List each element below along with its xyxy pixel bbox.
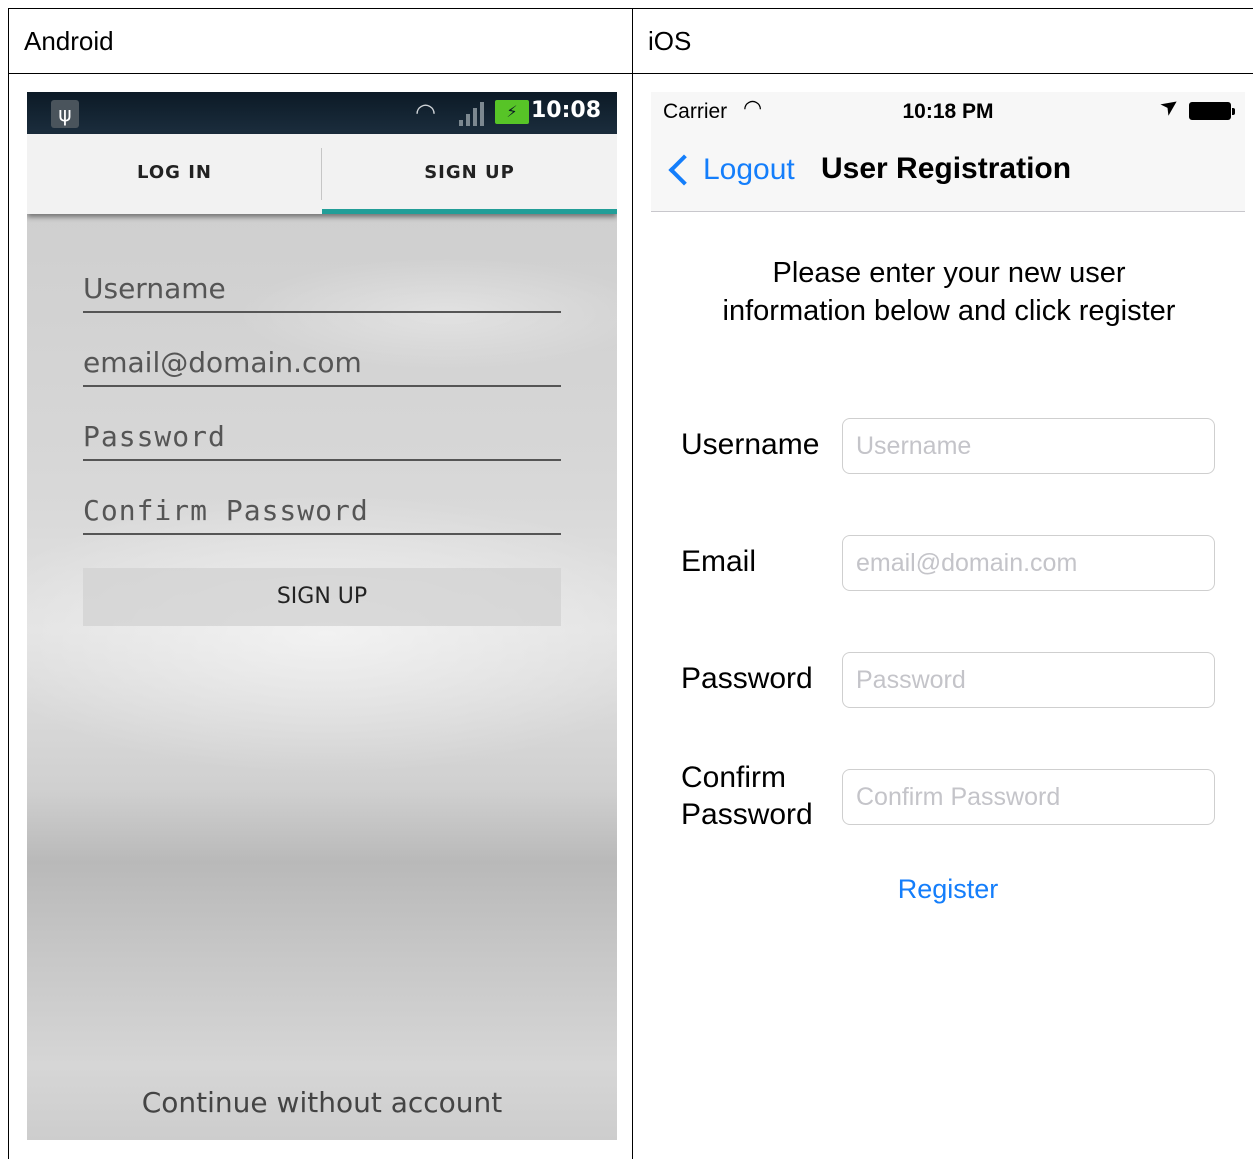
ios-navigation-bar: Carrier ◠ 10:18 PM ➤ Logout User Registr…	[651, 91, 1245, 212]
signal-icon	[459, 102, 485, 126]
android-tab-bar: LOG IN SIGN UP	[27, 134, 617, 214]
password-label: Password	[681, 662, 813, 695]
android-status-bar: ψ ◠ ⚡ 10:08	[27, 92, 617, 134]
instructions-text: Please enter your new user information b…	[722, 257, 1176, 327]
battery-icon	[1189, 102, 1235, 120]
battery-charging-icon: ⚡	[495, 100, 529, 124]
back-button[interactable]: Logout	[665, 148, 795, 192]
ios-password-input[interactable]: Password	[842, 652, 1215, 708]
page-title: User Registration	[821, 152, 1072, 185]
back-button-label: Logout	[703, 153, 795, 186]
active-tab-indicator	[322, 209, 617, 214]
ios-screen: Carrier ◠ 10:18 PM ➤ Logout User Registr…	[651, 91, 1245, 1159]
android-status-time: 10:08	[530, 98, 601, 123]
ios-confirm-password-input[interactable]: Confirm Password	[842, 769, 1215, 825]
email-label: Email	[681, 545, 757, 578]
username-label: Username	[681, 428, 820, 461]
android-sign-up-button[interactable]: SIGN UP	[83, 568, 561, 626]
android-background-image: Username email@domain.com Password Confi…	[27, 214, 617, 1140]
confirm-password-label-line2: Password	[681, 798, 813, 831]
ios-status-time: 10:18 PM	[902, 100, 994, 123]
tab-log-in[interactable]: LOG IN	[27, 134, 322, 214]
column-header-ios: iOS	[648, 26, 692, 56]
chevron-left-icon	[668, 154, 700, 186]
ios-email-input[interactable]: email@domain.com	[842, 535, 1215, 591]
tab-sign-up[interactable]: SIGN UP	[322, 134, 617, 214]
table-header-divider	[8, 73, 1253, 74]
android-password-input[interactable]: Password	[83, 420, 561, 461]
confirm-password-label-line1: Confirm	[681, 761, 787, 794]
usb-icon: ψ	[51, 100, 79, 128]
ios-username-input[interactable]: Username	[842, 418, 1215, 474]
continue-without-account-link[interactable]: Continue without account	[27, 1086, 617, 1119]
register-button[interactable]: Register	[651, 874, 1245, 905]
android-confirm-password-input[interactable]: Confirm Password	[83, 494, 561, 535]
android-screen: ψ ◠ ⚡ 10:08 LOG IN SIGN UP Username emai…	[27, 92, 617, 1140]
wifi-icon: ◠	[415, 98, 436, 126]
android-email-input[interactable]: email@domain.com	[83, 346, 561, 387]
android-username-input[interactable]: Username	[83, 272, 561, 313]
table-column-divider	[632, 8, 633, 1159]
column-header-android: Android	[24, 26, 114, 56]
